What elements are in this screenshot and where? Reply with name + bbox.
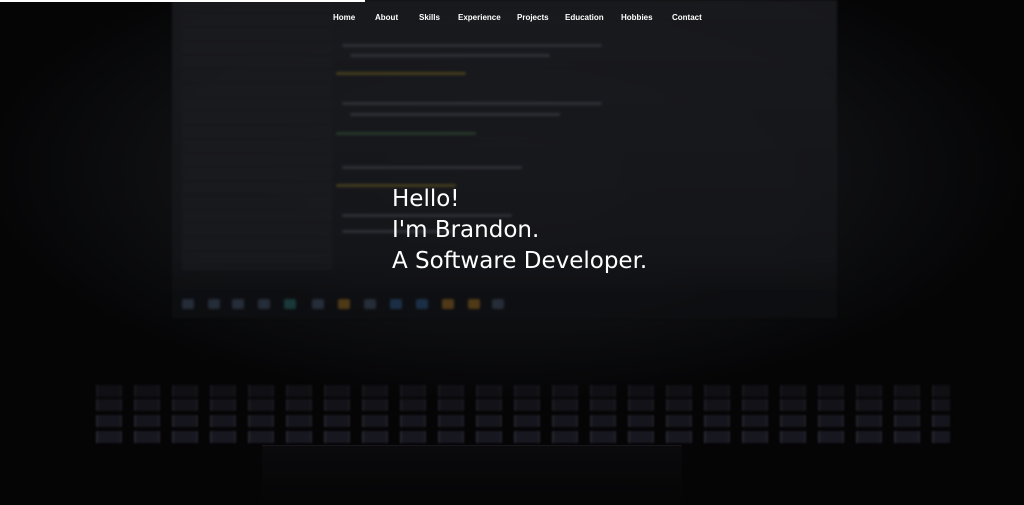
- taskbar-app-icon: [442, 299, 454, 309]
- nav-about-link[interactable]: About: [375, 13, 398, 22]
- taskbar-app-icon: [232, 299, 244, 309]
- taskbar-app-icon: [208, 299, 220, 309]
- hero-line-name: I'm Brandon.: [392, 217, 540, 243]
- taskbar-app-icon: [312, 299, 324, 309]
- code-line: [350, 113, 560, 116]
- taskbar-app-icon: [492, 299, 504, 309]
- taskbar-app-icon: [284, 299, 296, 309]
- laptop-touchpad: [262, 445, 682, 505]
- code-line: [342, 44, 602, 47]
- laptop-taskbar: [172, 290, 837, 318]
- keyboard-row: [90, 415, 950, 427]
- code-line: [342, 166, 522, 169]
- code-line: [336, 132, 476, 135]
- nav-skills-link[interactable]: Skills: [419, 13, 440, 22]
- nav-home-link[interactable]: Home: [333, 13, 355, 22]
- keyboard-row: [90, 431, 950, 443]
- editor-file-tree: [182, 0, 332, 270]
- nav-education-link[interactable]: Education: [565, 13, 604, 22]
- taskbar-app-icon: [364, 299, 376, 309]
- nav-projects-link[interactable]: Projects: [517, 13, 549, 22]
- taskbar-app-icon: [468, 299, 480, 309]
- code-line: [342, 102, 602, 105]
- top-navbar: Home About Skills Experience Projects Ed…: [0, 0, 1024, 36]
- taskbar-app-icon: [416, 299, 428, 309]
- keyboard-row: [90, 399, 950, 411]
- nav-hobbies-link[interactable]: Hobbies: [621, 13, 653, 22]
- taskbar-app-icon: [338, 299, 350, 309]
- taskbar-app-icon: [182, 299, 194, 309]
- code-line: [350, 54, 550, 57]
- taskbar-app-icon: [258, 299, 270, 309]
- code-line: [336, 72, 466, 75]
- hero-line-hello: Hello!: [392, 186, 460, 212]
- laptop-keyboard: [90, 385, 950, 445]
- keyboard-row: [90, 385, 950, 397]
- hero-greeting: Hello! I'm Brandon. A Software Developer…: [392, 184, 647, 277]
- hero-line-role: A Software Developer.: [392, 248, 648, 274]
- taskbar-app-icon: [390, 299, 402, 309]
- nav-contact-link[interactable]: Contact: [672, 13, 702, 22]
- nav-experience-link[interactable]: Experience: [458, 13, 501, 22]
